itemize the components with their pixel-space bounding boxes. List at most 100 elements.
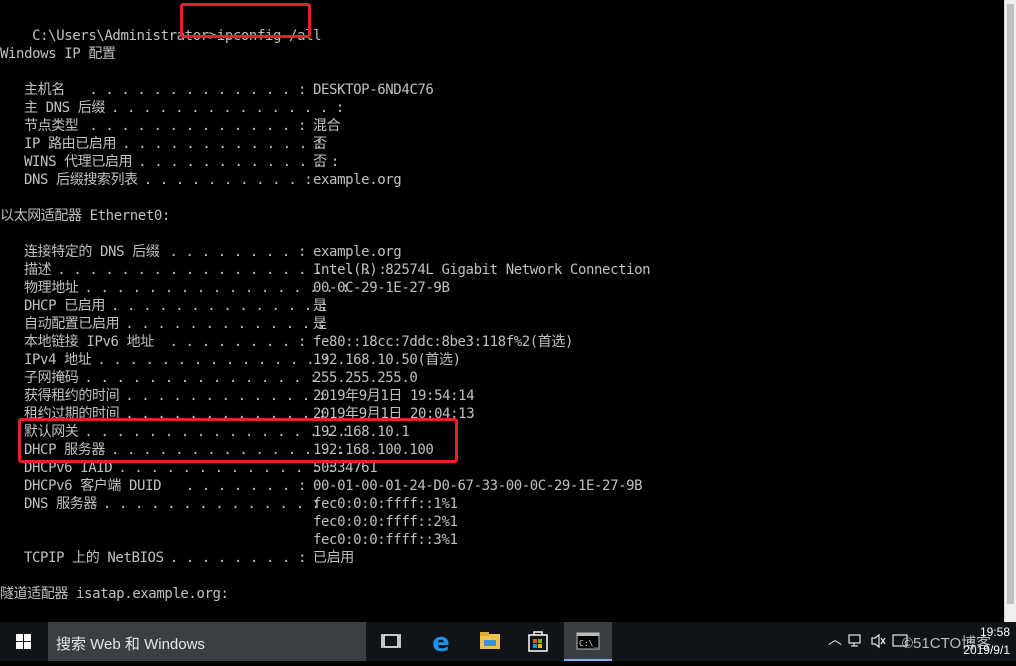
row-label: DNS 后缀搜索列表 — [24, 172, 138, 188]
chevron-up-icon[interactable]: ︿ — [828, 632, 842, 646]
row-dots: . . . . . . . . . . : — [143, 172, 313, 188]
row-value: 255.255.255.0 — [313, 370, 418, 386]
row-dots: . . . . . . . . . . . . . . : — [110, 100, 344, 116]
row-label: DHCP 已启用 — [24, 298, 105, 314]
row-label: 自动配置已启用 — [24, 316, 120, 332]
taskbar: 搜索 Web 和 Windows e C:\_ ︿ ©51CTO博客 19:58… — [0, 622, 1016, 661]
ipconfig-row: 物理地址 . . . . . . . . . . . . . . . . :00-… — [0, 279, 1000, 297]
row-dots: . . . . . . . . . . . . . : — [110, 298, 328, 314]
search-box[interactable]: 搜索 Web 和 Windows — [48, 622, 366, 661]
ipconfig-row: 子网掩码 . . . . . . . . . . . . . . :255.255… — [0, 369, 1000, 387]
row-dots: . . . . . . . . . . . . . . : — [84, 370, 318, 386]
row-dots: . . . . . . . . . . . . . : — [89, 82, 306, 98]
row-dots: . . . . . . . . . . . . : — [122, 136, 323, 152]
row-value: fec0:0:0:ffff::1%1 — [313, 496, 458, 512]
row-value: example.org — [313, 172, 402, 188]
ipconfig-row: 描述. . . . . . . . . . . . . . . . . . . … — [0, 261, 1000, 279]
row-label: 主 DNS 后缀 — [24, 100, 105, 116]
row-value: 00-01-00-01-24-D0-67-33-00-0C-29-1E-27-9… — [313, 478, 643, 494]
scrollbar-thumb[interactable] — [1007, 4, 1014, 604]
row-value: fe80::18cc:7ddc:8be3:118f%2(首选) — [313, 334, 574, 350]
row-label: 子网掩码 — [24, 370, 79, 386]
row-value: 是 — [313, 298, 327, 314]
console-window[interactable]: C:\Users\Administrator>ipconfig /all Win… — [0, 0, 1004, 622]
row-value: 2019年9月1日 19:54:14 — [313, 388, 475, 404]
ipconfig-row: 节点类型 . . . . . . . . . . . . . : 混合 — [0, 117, 1000, 135]
row-label: 获得租约的时间 — [24, 388, 120, 404]
row-value: 混合 — [313, 118, 341, 134]
gateway-dhcp-highlight-box — [18, 418, 458, 463]
row-label: 连接特定的 DNS 后缀 — [24, 244, 160, 260]
cmd-icon: C:\_ — [576, 632, 600, 650]
ipconfig-row: 连接特定的 DNS 后缀 . . . . . . . . : example.org — [0, 243, 1000, 261]
ipconfig-row: 自动配置已启用 . . . . . . . . . . . . :是 — [0, 315, 1000, 333]
row-value: 是 — [313, 316, 327, 332]
row-dots: . . . . . . . . : — [169, 244, 307, 260]
edge-icon: e — [432, 628, 450, 658]
task-view-icon — [381, 634, 401, 648]
row-value: 已启用 — [313, 550, 354, 566]
ipconfig-row: DNS 后缀搜索列表 . . . . . . . . . . : example.o… — [0, 171, 1000, 189]
ipconfig-row: 主 DNS 后缀 . . . . . . . . . . . . . . : — [0, 99, 1000, 117]
row-dots: . . . . . . . . . . . . . : — [102, 496, 320, 512]
cmd-taskbar-button[interactable]: C:\_ — [564, 622, 612, 661]
row-dots: . . . . . . . . . . . . : — [125, 316, 326, 332]
row-value: 否 — [313, 154, 327, 170]
row-dots: . . . . . . . . . . . . . . . . : — [84, 280, 350, 296]
row-label: DHCPv6 客户端 DUID — [24, 478, 162, 494]
ipconfig-row: DHCP 已启用 . . . . . . . . . . . . . :是 — [0, 297, 1000, 315]
network-icon[interactable] — [848, 633, 864, 649]
ipconfig-row: DNS 服务器 . . . . . . . . . . . . . : fec0:0… — [0, 495, 1000, 513]
row-dots: . . . . . . . . : — [169, 334, 307, 350]
row-value: fec0:0:0:ffff::2%1 — [313, 514, 458, 530]
start-icon — [16, 634, 31, 649]
ipconfig-row: WINS 代理已启用 . . . . . . . . . . . . :否 — [0, 153, 1000, 171]
row-dots: . . . . . . . . . . . . . : — [89, 118, 306, 134]
ipconfig-row: fec0:0:0:ffff::2%1 — [0, 513, 1000, 531]
search-placeholder: 搜索 Web 和 Windows — [56, 636, 205, 653]
row-label: TCPIP 上的 NetBIOS — [24, 550, 164, 566]
row-label: 主机名 — [24, 82, 65, 98]
row-dots: . . . . . . . : — [185, 478, 307, 494]
edge-button[interactable]: e — [417, 622, 465, 661]
store-icon — [528, 631, 548, 652]
row-dots: . . . . . . . . . . . . : — [138, 154, 339, 170]
row-value: 否 — [313, 136, 327, 152]
file-explorer-button[interactable] — [466, 622, 514, 661]
row-value: 192.168.10.50(首选) — [313, 352, 461, 368]
row-dots: . . . . . . . . . . . . : — [125, 388, 326, 404]
row-label: 描述 — [24, 262, 52, 278]
task-view-button[interactable] — [367, 622, 415, 661]
svg-text:e: e — [432, 628, 450, 658]
svg-text:C:\_: C:\_ — [579, 639, 598, 648]
command-highlight-box — [180, 3, 311, 38]
ipconfig-row: DHCPv6 客户端 DUID . . . . . . . : 00-01-00-0… — [0, 477, 1000, 495]
row-label: 节点类型 — [24, 118, 79, 134]
start-button[interactable] — [0, 622, 48, 661]
row-value: 00-0C-29-1E-27-9B — [313, 280, 450, 296]
ipconfig-row: fec0:0:0:ffff::3%1 — [0, 531, 1000, 549]
volume-icon[interactable] — [870, 633, 886, 649]
ipconfig-row: IPv4 地址 . . . . . . . . . . . . . . :192.… — [0, 351, 1000, 369]
ipconfig-row: 本地链接 IPv6 地址 . . . . . . . . : fe80::18cc:… — [0, 333, 1000, 351]
row-value: fec0:0:0:ffff::3%1 — [313, 532, 458, 548]
tunnel-header: 隧道适配器 isatap.example.org: — [0, 586, 229, 602]
ipconfig-row: TCPIP 上的 NetBIOS . . . . . . . . : 已启用 — [0, 549, 1000, 567]
ipconfig-row: 获得租约的时间 . . . . . . . . . . . . :2019年9月1… — [0, 387, 1000, 405]
row-dots: . . . . . . . . : — [169, 550, 307, 566]
row-dots: . . . . . . . . . . . . . . : — [97, 352, 331, 368]
ethernet-header: 以太网适配器 Ethernet0: — [0, 208, 170, 224]
row-label: 物理地址 — [24, 280, 79, 296]
clock-time[interactable]: 19:58 — [980, 625, 1010, 639]
windows-ip-header: Windows IP 配置 — [0, 46, 116, 62]
clock-date[interactable]: 2019/9/1 — [963, 643, 1010, 657]
row-value: Intel(R) 82574L Gigabit Network Connecti… — [313, 262, 651, 278]
ipconfig-row: IP 路由已启用 . . . . . . . . . . . . :否 — [0, 135, 1000, 153]
row-label: WINS 代理已启用 — [24, 154, 133, 170]
row-value: example.org — [313, 244, 402, 260]
store-button[interactable] — [514, 622, 562, 661]
ipconfig-row: 主机名 . . . . . . . . . . . . . : DESKTOP-6N… — [0, 81, 1000, 99]
row-value: DESKTOP-6ND4C76 — [313, 82, 434, 98]
row-label: IP 路由已启用 — [24, 136, 117, 152]
console-scrollbar[interactable] — [1004, 0, 1016, 622]
